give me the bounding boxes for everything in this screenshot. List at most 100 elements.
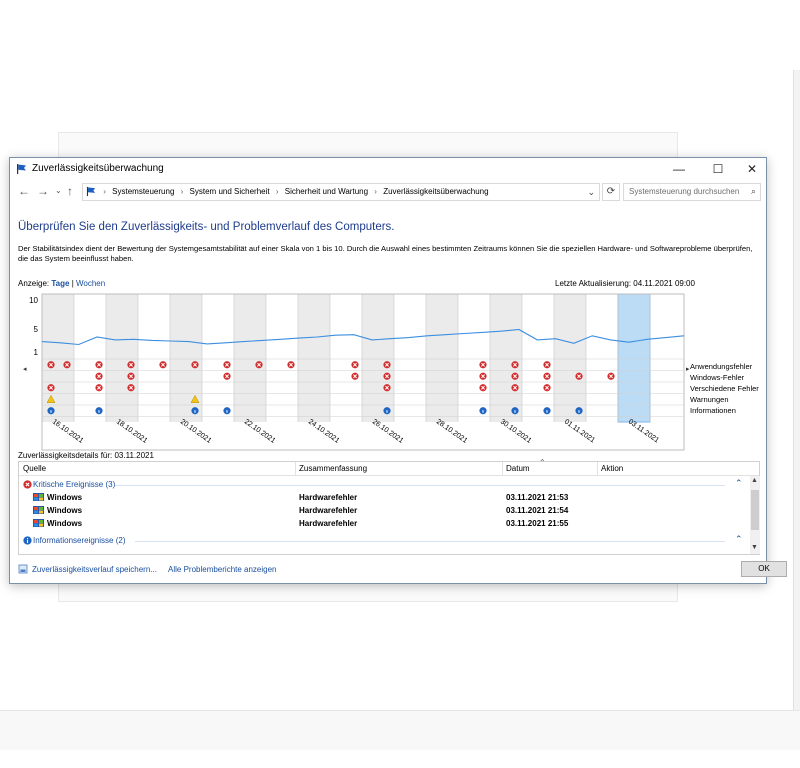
view-weeks-link[interactable]: Wochen [76,279,105,288]
collapse-chevron-icon[interactable]: ⌃ [735,534,743,545]
legend-app-errors: Anwendungsfehler [690,362,753,371]
page-description: Der Stabilitätsindex dient der Bewertung… [18,244,753,263]
footer: Zuverlässigkeitsverlauf speichern... All… [10,555,766,585]
collapse-chevron-icon[interactable]: ⌃ [735,478,743,489]
column-header-date[interactable]: Datum [506,464,530,473]
forward-arrow-icon[interactable]: → [37,184,49,198]
chart-legend: Anwendungsfehler Windows-Fehler Verschie… [690,361,759,416]
legend-information: Informationen [690,406,736,415]
event-info-mark [50,410,52,413]
column-divider [502,462,503,476]
row-summary: Hardwarefehler [299,519,358,528]
y-tick-label: 1 [34,348,39,357]
group-critical-events[interactable]: Kritische Ereignisse (3) ⌃ [19,478,749,491]
ok-button[interactable]: OK [741,561,787,577]
table-row[interactable]: Windows Hardwarefehler 03.11.2021 21:54 [19,504,749,517]
title-bar[interactable]: Zuverlässigkeitsüberwachung — ☐ ✕ [10,158,766,180]
row-summary: Hardwarefehler [299,506,358,515]
breadcrumb-separator: › [374,187,377,196]
breadcrumb-item[interactable]: System und Sicherheit [190,184,270,200]
chart-scroll-left-icon[interactable]: ◂ [23,365,27,373]
breadcrumb-item[interactable]: Zuverlässigkeitsüberwachung [383,184,488,200]
column-divider [295,462,296,476]
search-input[interactable]: Systemsteuerung durchsuchen ⌕ [623,183,761,201]
breadcrumb[interactable]: › Systemsteuerung › System und Sicherhei… [82,183,600,201]
group-information-events[interactable]: Informationsereignisse (2) ⌃ [19,534,749,547]
legend-misc-errors: Verschiedene Fehler [690,384,759,393]
page-title: Überprüfen Sie den Zuverlässigkeits- und… [18,221,395,233]
row-source: Windows [47,493,83,502]
last-update-text: Letzte Aktualisierung: 04.11.2021 09:00 [555,279,695,288]
table-scrollbar[interactable]: ▲ ▼ [750,476,760,554]
back-arrow-icon[interactable]: ← [18,184,30,198]
sort-chevron-icon: ⌃ [539,458,546,467]
column-header-source[interactable]: Quelle [23,464,46,473]
refresh-button[interactable]: ⟳ [602,183,620,201]
maximize-button[interactable]: ☐ [701,158,735,180]
address-bar: ← → ⌄ ↑ › Systemsteuerung › System und S… [10,180,766,204]
recent-chevron-icon[interactable]: ⌄ [55,186,62,195]
chart-column-band [554,294,586,422]
chart-column-band [362,294,394,422]
selected-day-highlight [617,293,651,423]
view-switcher: Anzeige: Tage | Wochen [18,279,105,288]
background-taskbar [0,710,800,750]
event-info-mark [226,410,228,413]
row-date: 03.11.2021 21:55 [506,519,569,528]
scroll-down-icon[interactable]: ▼ [751,544,758,551]
column-header-summary[interactable]: Zusammenfassung [299,464,367,473]
chart-column-band [106,294,138,422]
row-source: Windows [47,506,83,515]
event-info-mark [194,410,196,413]
critical-error-icon [23,480,32,491]
event-info-mark [386,410,388,413]
search-placeholder: Systemsteuerung durchsuchen [629,187,740,196]
save-history-link[interactable]: Zuverlässigkeitsverlauf speichern... [32,565,157,574]
minimize-button[interactable]: — [662,158,696,180]
details-table: Quelle Zusammenfassung Datum ⌃ Aktion Kr… [18,458,760,555]
windows-shield-icon [33,505,44,517]
stability-chart[interactable]: 1051◂ ▸16.10.2021 18.10.2021 20.10.2021 22.1… [17,291,690,451]
view-label: Anzeige: [18,279,50,288]
breadcrumb-item[interactable]: Sicherheit und Wartung [285,184,368,200]
chart-column-band [426,294,458,422]
windows-shield-icon [33,492,44,504]
information-icon [23,536,32,547]
row-date: 03.11.2021 21:54 [506,506,569,515]
column-divider [597,462,598,476]
address-dropdown-chevron-icon[interactable]: ⌄ [587,184,595,200]
group-label: Informationsereignisse (2) [33,536,126,545]
legend-warnings: Warnungen [690,395,729,404]
breadcrumb-item[interactable]: Systemsteuerung [112,184,174,200]
all-problem-reports-link[interactable]: Alle Problemberichte anzeigen [168,565,277,574]
windows-shield-icon [33,518,44,530]
window-title: Zuverlässigkeitsüberwachung [32,163,164,174]
chart-column-band [490,294,522,422]
event-info-mark [514,410,516,413]
table-header: Quelle Zusammenfassung Datum ⌃ Aktion [19,458,759,476]
table-row[interactable]: Windows Hardwarefehler 03.11.2021 21:55 [19,517,749,530]
scroll-up-icon[interactable]: ▲ [751,477,758,484]
view-days-link[interactable]: Tage [51,279,69,288]
scroll-thumb[interactable] [751,490,759,530]
search-icon[interactable]: ⌕ [751,186,756,197]
view-separator: | [71,279,74,288]
up-arrow-icon[interactable]: ↑ [67,184,73,198]
row-source: Windows [47,519,83,528]
legend-windows-errors: Windows-Fehler [690,373,745,382]
event-info-mark [98,410,100,413]
close-button[interactable]: ✕ [735,158,769,180]
event-info-mark [546,410,548,413]
background-scroll-edge [793,70,800,740]
save-history-icon [18,564,28,576]
breadcrumb-separator: › [180,187,184,196]
column-header-action[interactable]: Aktion [601,464,623,473]
group-divider [115,485,725,486]
breadcrumb-separator: › [275,187,279,196]
chart-column-band [298,294,330,422]
details-label: Zuverlässigkeitsdetails für: 03.11.2021 [18,451,154,460]
table-body: Kritische Ereignisse (3) ⌃ Windows Hardw… [19,476,749,554]
y-tick-label: 5 [34,325,39,334]
table-row[interactable]: Windows Hardwarefehler 03.11.2021 21:53 [19,491,749,504]
reliability-monitor-window: Zuverlässigkeitsüberwachung — ☐ ✕ ← → ⌄ … [9,157,787,585]
